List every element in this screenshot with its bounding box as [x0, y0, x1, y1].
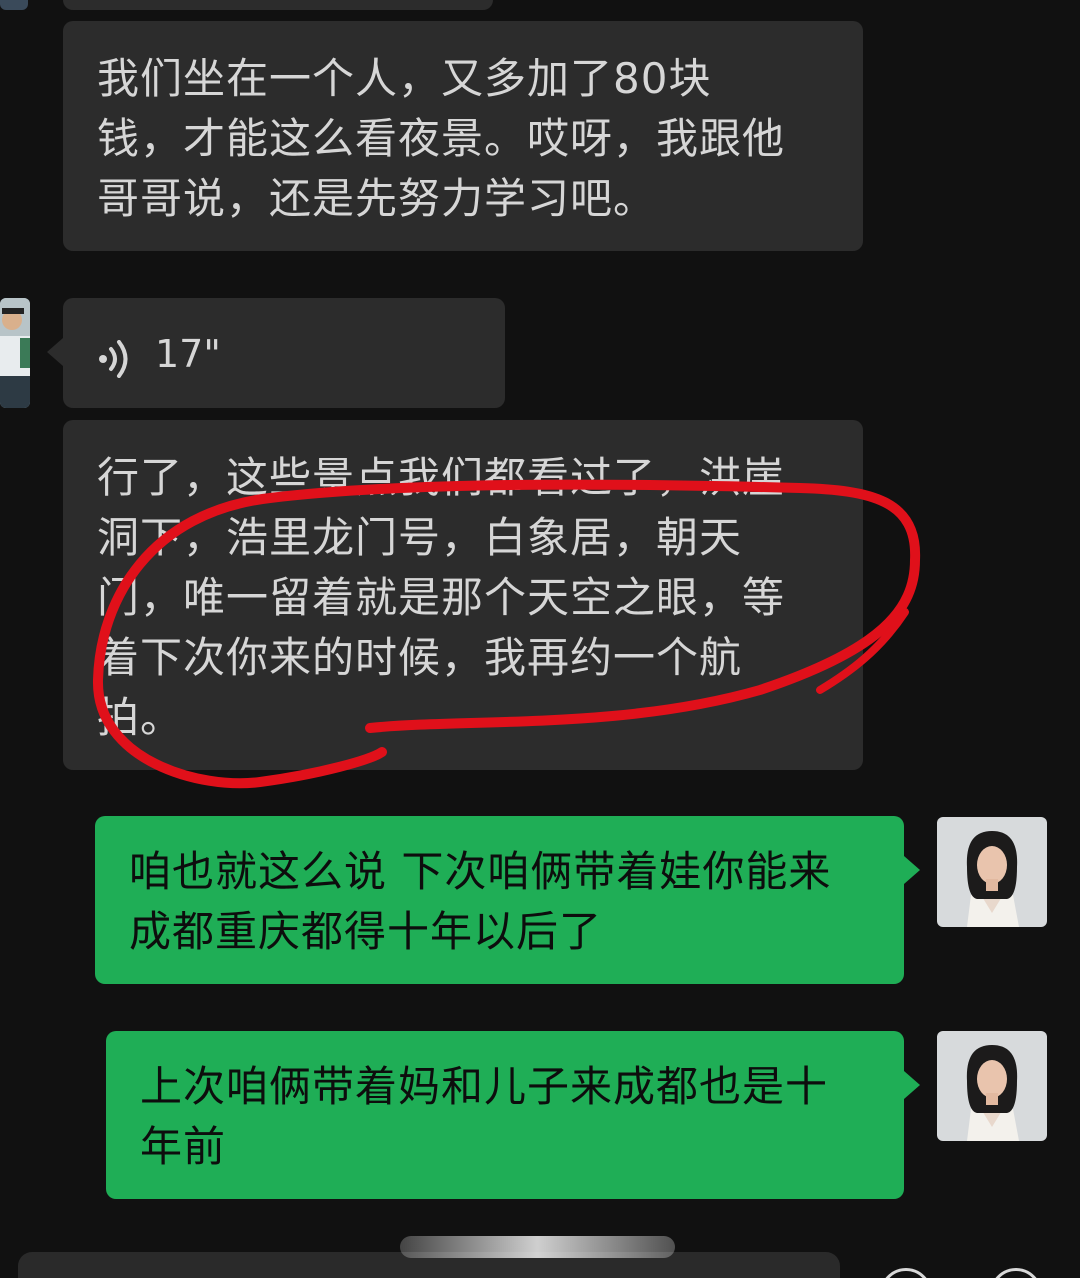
message-text-line: 着下次你来的时候，我再约一个航: [97, 633, 743, 682]
message-text-line: 门，唯一留着就是那个天空之眼，等: [97, 573, 786, 622]
emoji-button[interactable]: [880, 1268, 932, 1278]
more-button[interactable]: [990, 1268, 1042, 1278]
message-text-line: 我们坐在一个人，又多加了80块: [97, 54, 712, 103]
message-text-line: 洞下，浩里龙门号，白象居，朝天: [97, 513, 743, 562]
chat-screen: 我们坐在一个人，又多加了80块 钱，才能这么看夜景。哎呀，我跟他 哥哥说，还是先…: [0, 0, 1080, 1278]
voice-wave-icon: [97, 334, 133, 394]
partial-message-bubble[interactable]: [63, 0, 493, 10]
message-bubble-1[interactable]: 我们坐在一个人，又多加了80块 钱，才能这么看夜景。哎呀，我跟他 哥哥说，还是先…: [63, 21, 863, 251]
contact-avatar-top[interactable]: [0, 0, 28, 10]
message-text-line: 成都重庆都得十年以后了: [129, 907, 603, 956]
my-avatar[interactable]: [937, 817, 1047, 927]
message-text-line: 行了，这些景点我们都看过了，洪崖: [97, 453, 786, 502]
message-text-line: 咱也就这么说 下次咱俩带着娃你能来: [129, 847, 832, 896]
my-avatar[interactable]: [937, 1031, 1047, 1141]
message-text-line: 年前: [140, 1122, 227, 1171]
message-text-line: 钱，才能这么看夜景。哎呀，我跟他: [97, 114, 786, 163]
message-bubble-3[interactable]: 行了，这些景点我们都看过了，洪崖 洞下，浩里龙门号，白象居，朝天 门，唯一留着就…: [63, 420, 863, 770]
voice-message-bubble[interactable]: 17": [47, 298, 505, 408]
contact-avatar[interactable]: [0, 298, 30, 408]
voice-duration: 17": [155, 332, 221, 376]
outgoing-message-bubble-1[interactable]: 咱也就这么说 下次咱俩带着娃你能来 成都重庆都得十年以后了: [95, 816, 920, 984]
message-text-line: 哥哥说，还是先努力学习吧。: [97, 174, 657, 223]
blurred-overlay: [400, 1236, 675, 1258]
message-text-line: 上次咱俩带着妈和儿子来成都也是十: [140, 1062, 829, 1111]
message-text-line: 拍。: [97, 693, 184, 742]
outgoing-message-bubble-2[interactable]: 上次咱俩带着妈和儿子来成都也是十 年前: [106, 1031, 920, 1199]
